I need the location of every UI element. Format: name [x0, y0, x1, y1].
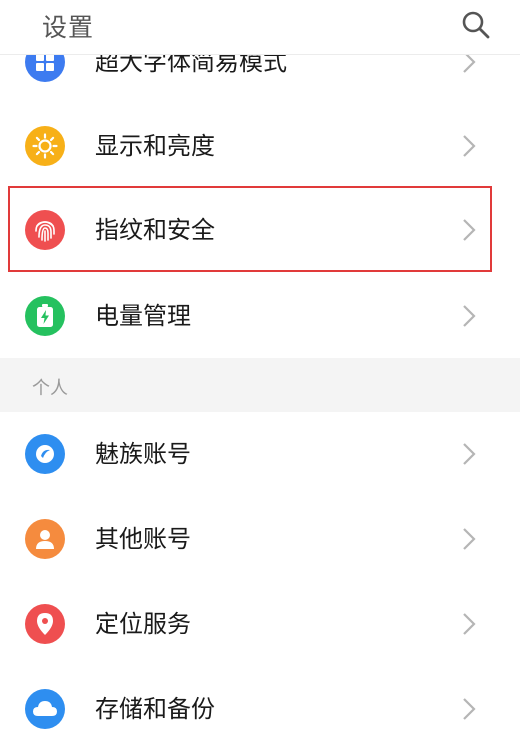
section-header-personal: 个人 — [0, 358, 520, 412]
chevron-right-icon — [463, 219, 476, 241]
settings-item-label: 其他账号 — [95, 525, 191, 553]
settings-item-label: 显示和亮度 — [95, 132, 215, 160]
settings-item-fingerprint[interactable]: 指纹和安全 — [0, 190, 520, 270]
settings-item-label: 魅族账号 — [95, 440, 191, 468]
meizu-icon — [25, 434, 65, 474]
settings-item-storage-backup[interactable]: 存储和备份 — [0, 669, 520, 749]
settings-item-location[interactable]: 定位服务 — [0, 584, 520, 664]
user-icon — [25, 519, 65, 559]
page-title: 设置 — [42, 13, 95, 42]
settings-item-meizu-account[interactable]: 魅族账号 — [0, 414, 520, 494]
settings-item-label: 定位服务 — [95, 610, 191, 638]
app-header: 设置 — [0, 0, 520, 55]
battery-icon — [25, 296, 65, 336]
settings-item-label: 电量管理 — [95, 302, 191, 330]
chevron-right-icon — [463, 305, 476, 327]
chevron-right-icon — [463, 613, 476, 635]
location-icon — [25, 604, 65, 644]
section-label: 个人 — [32, 378, 68, 399]
settings-item-label: 存储和备份 — [95, 695, 215, 723]
cloud-icon — [25, 689, 65, 729]
settings-item-display[interactable]: 显示和亮度 — [0, 106, 520, 186]
settings-item-battery[interactable]: 电量管理 — [0, 276, 520, 356]
chevron-right-icon — [463, 135, 476, 157]
chevron-right-icon — [463, 443, 476, 465]
chevron-right-icon — [463, 698, 476, 720]
fingerprint-icon — [25, 210, 65, 250]
settings-item-other-accounts[interactable]: 其他账号 — [0, 499, 520, 579]
search-icon[interactable] — [461, 10, 491, 40]
settings-item-label: 指纹和安全 — [95, 216, 215, 244]
chevron-right-icon — [463, 528, 476, 550]
sun-icon — [25, 126, 65, 166]
